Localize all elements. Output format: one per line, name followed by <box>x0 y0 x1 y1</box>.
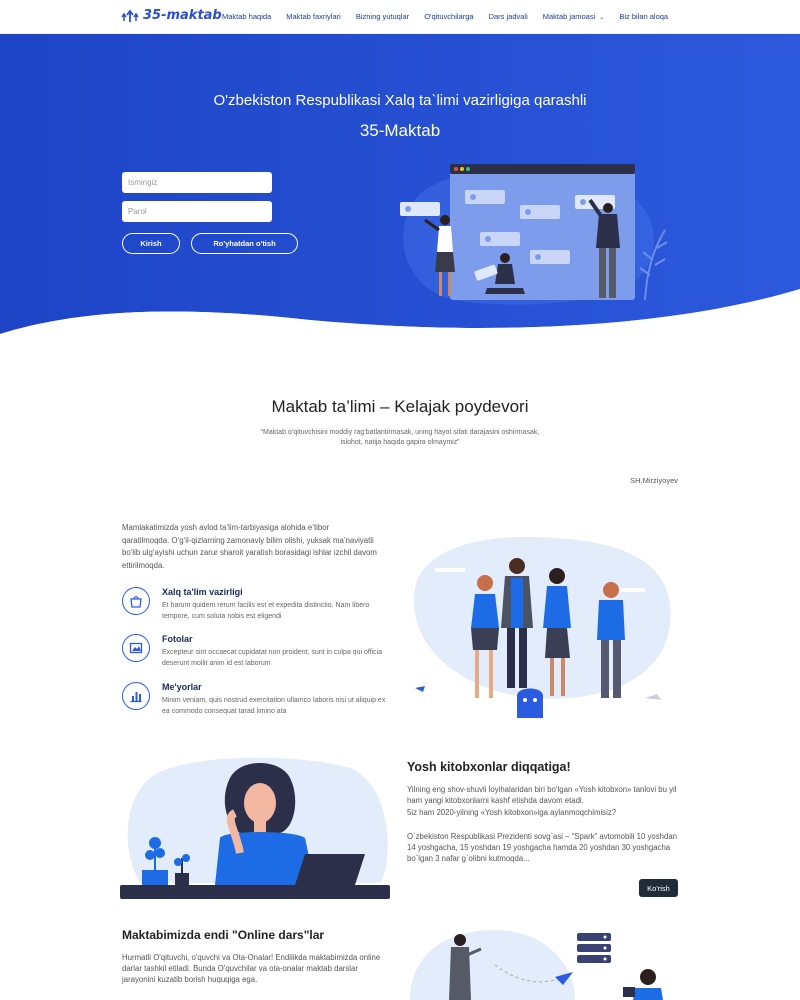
feature-item-standards[interactable]: Me'yorlar Minim veniam, quis nostrud exe… <box>122 682 392 726</box>
name-input[interactable] <box>122 172 272 193</box>
nav-item-veterans[interactable]: Maktab faxriylari <box>286 12 341 21</box>
feature-desc: Excepteur sint occaecat cupidatat non pr… <box>162 649 383 667</box>
online-paragraph: Hurmatli O'qituvchi, o'quvchi va Ota-Ona… <box>122 953 381 984</box>
nav-item-about[interactable]: Maktab haqida <box>222 12 271 21</box>
readers-paragraph-1b: 5iz ham 2020-yilning «Yosh kitobxon»iga … <box>407 808 617 817</box>
site-logo[interactable]: 35-maktab <box>121 8 222 23</box>
nav-item-schedule[interactable]: Dars jadvali <box>489 12 528 21</box>
view-button[interactable]: Ko'rish <box>639 879 678 897</box>
readers-title: Yosh kitobxonlar diqqatiga! <box>407 760 571 774</box>
login-button[interactable]: Kirish <box>122 233 180 254</box>
nav-item-achievements[interactable]: Bizning yutuqlar <box>356 12 409 21</box>
shopping-bag-icon <box>122 587 150 615</box>
online-title: Maktabimizda endi "Online dars"lar <box>122 928 325 942</box>
hero-section: O'zbekiston Respublikasi Xalq ta`limi va… <box>0 34 800 340</box>
motto-quote: “Maktab o‘qituvchisini moddiy rag‘batlan… <box>260 429 540 446</box>
hero-subtitle: O'zbekiston Respublikasi Xalq ta`limi va… <box>213 92 587 109</box>
features-intro-text: Mamlakatimizda yosh avlod ta’lim-tarbiya… <box>122 523 377 570</box>
password-input[interactable] <box>122 201 272 222</box>
chevron-down-icon: ⌄ <box>599 15 605 21</box>
hero-title: 35-Maktab <box>359 121 441 140</box>
top-navbar: 35-maktab Maktab haqida Maktab faxriylar… <box>0 0 800 34</box>
motto-title: Maktab ta’limi – Kelajak poydevori <box>271 397 529 416</box>
logo-arrows-icon <box>121 9 139 22</box>
register-button[interactable]: Ro'yhatdan o'tish <box>191 233 298 254</box>
logo-text: 35-maktab <box>143 8 222 23</box>
readers-paragraph-1: Yilning eng shov-shuvli loyihalaridan bi… <box>407 785 677 805</box>
feature-item-photos[interactable]: Fotolar Excepteur sint occaecat cupidata… <box>122 634 392 678</box>
feature-title: Fotolar <box>162 634 193 644</box>
nav-item-team-label: Maktab jamoasi <box>542 12 596 21</box>
feature-item-ministry[interactable]: Xalq ta'lim vazirligi Et harum quidem re… <box>122 587 392 631</box>
nav-item-contact[interactable]: Biz bilan aloqa <box>619 12 668 21</box>
bar-chart-icon <box>122 682 150 710</box>
team-illustration <box>413 536 671 718</box>
feature-title: Me'yorlar <box>162 682 202 692</box>
feature-desc: Minim veniam, quis nostrud exercitation … <box>162 697 386 715</box>
reader-woman-illustration <box>120 758 390 899</box>
readers-paragraph-2: O`zbekiston Respublikasi Prezidenti sovg… <box>407 832 677 863</box>
nav-item-team-dropdown[interactable]: Maktab jamoasi ⌄ <box>543 12 605 21</box>
feature-title: Xalq ta'lim vazirligi <box>162 587 243 597</box>
motto-author: SH.Mirziyoyev <box>630 476 678 485</box>
online-lessons-illustration <box>410 930 663 1000</box>
nav-menu: Maktab haqida Maktab faxriylari Bizning … <box>222 12 683 21</box>
hero-dashboard-illustration <box>400 164 668 305</box>
nav-item-teachers[interactable]: O'qituvchilarga <box>424 12 473 21</box>
image-icon <box>122 634 150 662</box>
feature-desc: Et harum quidem rerum facilis est et exp… <box>162 602 370 620</box>
